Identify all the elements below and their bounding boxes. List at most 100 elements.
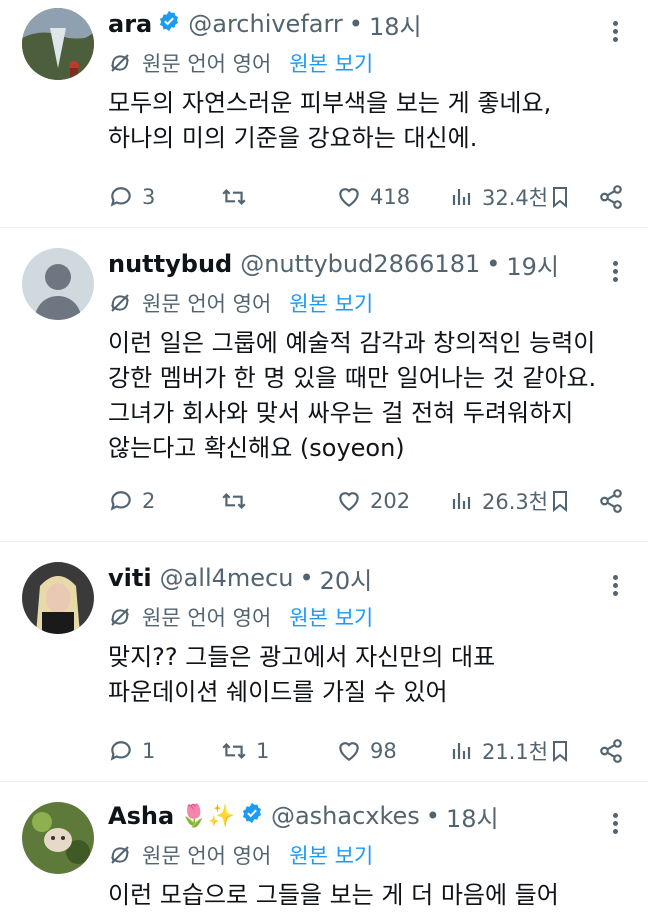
- retweet-icon: [222, 492, 246, 510]
- tweet[interactable]: Asha 🌷✨ @ashacxkes • 18시 원문 언어 영어 원본 보기 …: [0, 782, 648, 924]
- share-button[interactable]: [598, 184, 632, 210]
- views-icon: [452, 743, 471, 759]
- heart-icon: [339, 742, 359, 761]
- timestamp[interactable]: 19시: [506, 247, 559, 282]
- reply-button[interactable]: 2: [108, 488, 155, 514]
- more-options-icon[interactable]: [613, 810, 618, 837]
- heart-icon: [339, 492, 359, 511]
- heart-icon: [339, 188, 359, 207]
- view-count: 26.3천: [482, 490, 549, 514]
- view-count: 21.1천: [482, 740, 549, 764]
- handle[interactable]: @all4mecu: [160, 564, 294, 592]
- tweet-text-line: 그녀가 회사와 맞서 싸우는 걸 전혀 두려워하지: [108, 399, 574, 427]
- more-options-icon[interactable]: [613, 572, 618, 599]
- retweet-count: 1: [256, 739, 270, 763]
- display-name[interactable]: viti: [108, 564, 152, 592]
- reply-count: 3: [142, 185, 156, 209]
- avatar[interactable]: [22, 8, 94, 80]
- share-button[interactable]: [598, 488, 632, 514]
- name-emoji: 🌷✨: [180, 803, 235, 829]
- like-button[interactable]: 418: [336, 184, 410, 210]
- more-options-icon[interactable]: [613, 18, 618, 45]
- share-icon: [600, 739, 622, 763]
- action-bar: 2 202 26.3천: [108, 476, 628, 526]
- display-name[interactable]: nuttybud: [108, 250, 232, 278]
- like-button[interactable]: 98: [336, 738, 397, 764]
- like-count: 418: [370, 185, 411, 209]
- like-button[interactable]: 202: [336, 488, 410, 514]
- show-original-link[interactable]: 원본 보기: [289, 840, 373, 870]
- bookmark-button[interactable]: [548, 488, 580, 514]
- tweet-text: 맞지?? 그들은 광고에서 자신만의 대표 파운데이션 쉐이드를 가질 수 있어: [108, 638, 628, 710]
- tweet-text: 이런 일은 그룹에 예술적 감각과 창의적인 능력이 강한 멤버가 한 명 있을…: [108, 324, 628, 466]
- handle[interactable]: @archivefarr: [188, 10, 343, 38]
- tweet[interactable]: viti @all4mecu • 20시 원문 언어 영어 원본 보기 맞지??…: [0, 542, 648, 782]
- tweet[interactable]: nuttybud @nuttybud2866181 • 19시 원문 언어 영어…: [0, 228, 648, 542]
- action-bar: 3 418 32.4천: [108, 172, 628, 222]
- bookmark-icon: [553, 491, 567, 513]
- reply-icon: [110, 491, 131, 511]
- like-count: 202: [370, 489, 411, 513]
- translation-label: 원문 언어 영어: [142, 52, 272, 76]
- tweet-header: viti @all4mecu • 20시: [108, 560, 628, 596]
- tweet-text-line: 하나의 미의 기준을 강요하는 대신에.: [108, 124, 478, 152]
- share-icon: [600, 489, 622, 513]
- avatar[interactable]: [22, 562, 94, 634]
- tweet-text-line: 강한 멤버가 한 명 있을 때만 일어나는 것 같아요.: [108, 364, 597, 392]
- separator-dot: •: [299, 564, 314, 592]
- timestamp[interactable]: 18시: [369, 7, 422, 42]
- display-name[interactable]: ara: [108, 10, 152, 38]
- separator-dot: •: [348, 10, 363, 38]
- translation-bar: 원문 언어 영어 원본 보기: [108, 282, 628, 324]
- reply-button[interactable]: 1: [108, 738, 155, 764]
- translate-icon: [111, 846, 129, 864]
- bookmark-icon: [553, 741, 567, 763]
- like-count: 98: [370, 739, 397, 763]
- avatar[interactable]: [22, 248, 94, 320]
- translate-icon: [111, 54, 129, 72]
- tweet-header: ara @archivefarr • 18시: [108, 6, 628, 42]
- handle[interactable]: @ashacxkes: [271, 802, 420, 830]
- views-button[interactable]: 21.1천: [450, 736, 548, 766]
- tweet-text: 모두의 자연스러운 피부색을 보는 게 좋네요, 하나의 미의 기준을 강요하는…: [108, 84, 628, 156]
- timestamp[interactable]: 18시: [446, 799, 499, 834]
- timestamp[interactable]: 20시: [320, 561, 373, 596]
- retweet-button[interactable]: [220, 184, 256, 210]
- verified-badge-icon: [241, 802, 263, 830]
- reply-button[interactable]: 3: [108, 184, 155, 210]
- show-original-link[interactable]: 원본 보기: [289, 602, 373, 632]
- translation-bar: 원문 언어 영어 원본 보기: [108, 596, 628, 638]
- views-icon: [452, 189, 471, 205]
- tweet-text-line: 이런 일은 그룹에 예술적 감각과 창의적인 능력이: [108, 329, 596, 357]
- views-button[interactable]: 32.4천: [450, 182, 548, 212]
- show-original-link[interactable]: 원본 보기: [289, 48, 373, 78]
- reply-icon: [110, 741, 131, 761]
- view-count: 32.4천: [482, 186, 549, 210]
- views-button[interactable]: 26.3천: [450, 486, 548, 516]
- translation-label: 원문 언어 영어: [142, 844, 272, 868]
- bookmark-button[interactable]: [548, 738, 580, 764]
- tweet[interactable]: ara @archivefarr • 18시 원문 언어 영어 원본 보기 모두…: [0, 0, 648, 228]
- more-options-icon[interactable]: [613, 258, 618, 285]
- show-original-link[interactable]: 원본 보기: [289, 288, 373, 318]
- translate-icon: [111, 608, 129, 626]
- retweet-icon: [222, 742, 246, 760]
- tweet-header: Asha 🌷✨ @ashacxkes • 18시: [108, 798, 628, 834]
- tweet-header: nuttybud @nuttybud2866181 • 19시: [108, 246, 628, 282]
- display-name[interactable]: Asha: [108, 802, 174, 830]
- retweet-icon: [222, 188, 246, 206]
- separator-dot: •: [425, 802, 440, 830]
- retweet-button[interactable]: [220, 488, 256, 514]
- share-button[interactable]: [598, 738, 632, 764]
- handle[interactable]: @nuttybud2866181: [240, 250, 480, 278]
- reply-count: 2: [142, 489, 156, 513]
- separator-dot: •: [486, 250, 501, 278]
- reply-count: 1: [142, 739, 156, 763]
- translation-label: 원문 언어 영어: [142, 606, 272, 630]
- bookmark-button[interactable]: [548, 184, 580, 210]
- action-bar: 1 1 98 21.1천: [108, 726, 628, 776]
- avatar[interactable]: [22, 802, 94, 874]
- share-icon: [600, 185, 622, 209]
- views-icon: [452, 493, 471, 509]
- retweet-button[interactable]: 1: [220, 738, 269, 764]
